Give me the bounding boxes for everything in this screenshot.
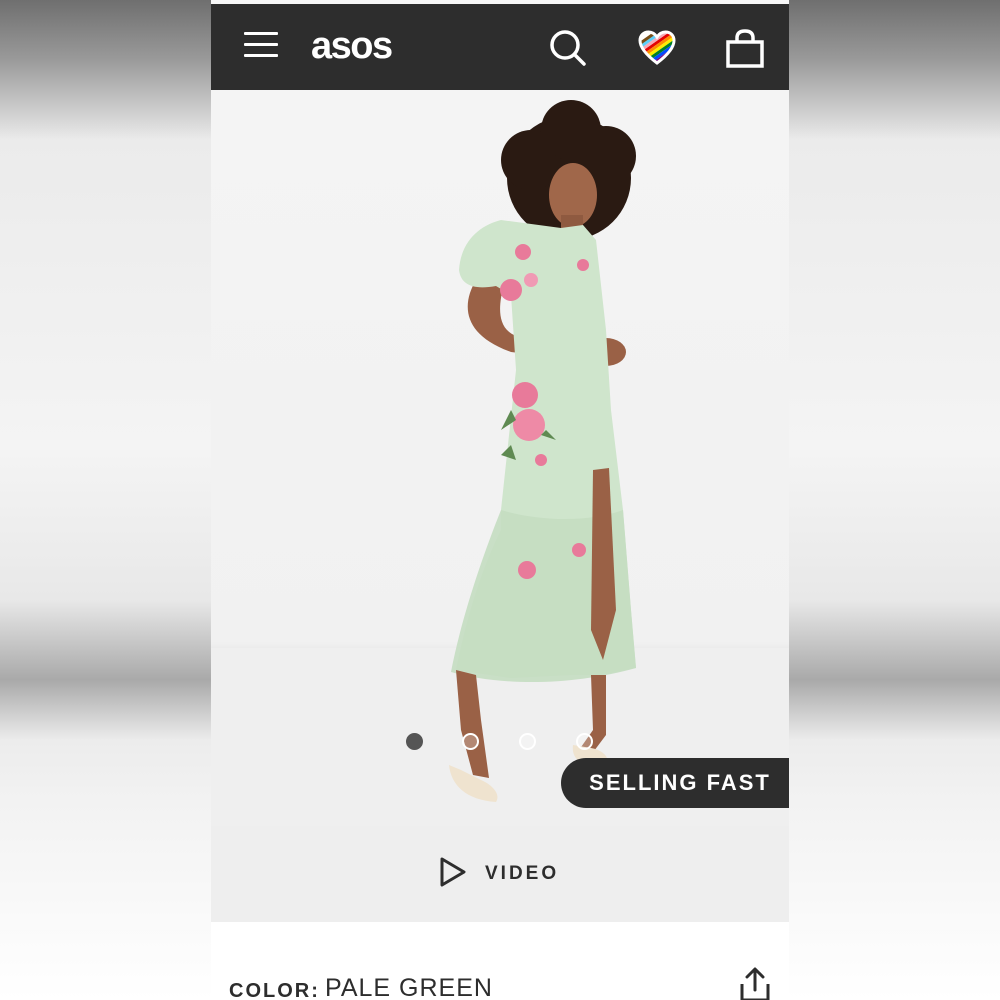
play-icon [439, 857, 467, 892]
color-section: COLOR: PALE GREEN [211, 922, 789, 1000]
menu-icon[interactable] [244, 32, 278, 58]
product-image-gallery[interactable]: SELLING FAST [211, 90, 789, 826]
gallery-dot-4[interactable] [576, 733, 593, 750]
video-button[interactable]: VIDEO [439, 856, 559, 892]
video-bar: VIDEO [211, 826, 789, 922]
share-icon[interactable] [738, 966, 772, 1000]
saved-items-heart-icon[interactable] [637, 28, 677, 68]
gallery-dot-1[interactable] [406, 733, 423, 750]
phone-screen: asos SELLING FAST VIDEO COLOR: PALE GREE… [211, 0, 789, 1000]
product-photo [211, 100, 789, 826]
gallery-dot-2[interactable] [462, 733, 479, 750]
color-value: PALE GREEN [325, 974, 493, 1000]
video-label: VIDEO [485, 863, 560, 884]
gallery-dot-3[interactable] [519, 733, 536, 750]
search-icon[interactable] [548, 28, 588, 68]
shopping-bag-icon[interactable] [725, 28, 765, 68]
gallery-pagination [211, 733, 789, 753]
site-header: asos [211, 4, 789, 90]
selling-fast-badge: SELLING FAST [561, 758, 789, 808]
asos-logo[interactable]: asos [311, 22, 393, 70]
color-label: COLOR: [229, 980, 320, 1000]
